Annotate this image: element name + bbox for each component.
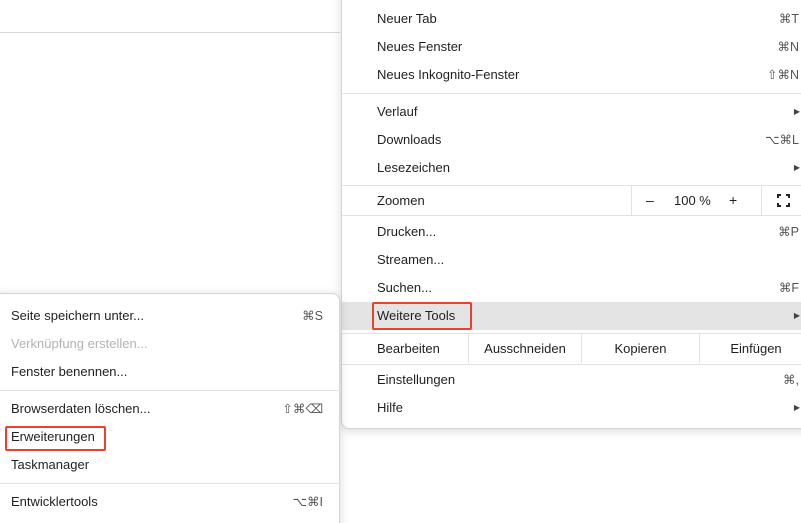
menu-item-cast[interactable]: Streamen... xyxy=(342,246,801,274)
menu-item-help[interactable]: Hilfe ▶ xyxy=(342,394,801,422)
submenu-arrow-icon: ▶ xyxy=(793,403,800,412)
menu-item-label: Neues Inkognito-Fenster xyxy=(377,67,520,82)
menu-separator xyxy=(0,390,341,391)
menu-item-new-incognito-window[interactable]: Neues Inkognito-Fenster ⇧⌘N xyxy=(342,61,801,89)
menu-item-print[interactable]: Drucken... ⌘P xyxy=(342,218,801,246)
menu-item-label: Erweiterungen xyxy=(11,429,95,444)
shortcut-text: ⌥⌘L xyxy=(765,133,799,147)
shortcut-text: ⌘S xyxy=(302,309,323,323)
menu-item-label: Neuer Tab xyxy=(377,11,437,26)
menu-item-name-window[interactable]: Fenster benennen... xyxy=(0,358,341,386)
zoom-out-button[interactable]: – xyxy=(646,186,654,215)
menu-separator xyxy=(0,483,341,484)
menu-separator xyxy=(342,93,801,94)
menu-item-label: Downloads xyxy=(377,132,442,147)
menu-item-label: Verlauf xyxy=(377,104,418,119)
menu-item-create-shortcut: Verknüpfung erstellen... xyxy=(0,330,341,358)
submenu-arrow-icon: ▶ xyxy=(793,163,800,172)
menu-item-label: Fenster benennen... xyxy=(11,364,128,379)
fullscreen-icon[interactable] xyxy=(777,194,790,207)
zoom-controls: – 100 % + xyxy=(631,186,762,215)
more-tools-submenu: Seite speichern unter... ⌘S Verknüpfung … xyxy=(0,293,341,523)
shortcut-text: ⌘T xyxy=(778,12,799,26)
menu-item-label: Entwicklertools xyxy=(11,494,98,509)
shortcut-text: ⌘N xyxy=(777,40,799,54)
shortcut-text: ⇧⌘⌫ xyxy=(282,402,323,416)
menu-item-bookmarks[interactable]: Lesezeichen ▶ xyxy=(342,154,801,182)
menu-item-history[interactable]: Verlauf ▶ xyxy=(342,98,801,126)
menu-item-label: Verknüpfung erstellen... xyxy=(11,336,148,351)
shortcut-text: ⌘F xyxy=(778,281,799,295)
cut-button[interactable]: Ausschneiden xyxy=(468,334,581,363)
menu-item-find[interactable]: Suchen... ⌘F xyxy=(342,274,801,302)
edit-label: Bearbeiten xyxy=(377,341,440,356)
submenu-arrow-icon: ▶ xyxy=(793,107,800,116)
menu-item-downloads[interactable]: Downloads ⌥⌘L xyxy=(342,126,801,154)
menu-item-extensions[interactable]: Erweiterungen xyxy=(0,423,341,451)
menu-separator xyxy=(342,215,801,216)
menu-item-label: Taskmanager xyxy=(11,457,90,472)
menu-item-label: Weitere Tools xyxy=(377,308,456,323)
menu-item-new-window[interactable]: Neues Fenster ⌘N xyxy=(342,33,801,61)
menu-item-clear-browsing-data[interactable]: Browserdaten löschen... ⇧⌘⌫ xyxy=(0,395,341,423)
shortcut-text: ⇧⌘N xyxy=(766,68,799,82)
menu-item-developer-tools[interactable]: Entwicklertools ⌥⌘I xyxy=(0,488,341,516)
zoom-row: Zoomen – 100 % + xyxy=(342,186,801,215)
menu-item-settings[interactable]: Einstellungen ⌘, xyxy=(342,366,801,394)
zoom-level: 100 % xyxy=(674,193,711,208)
menu-item-label: Streamen... xyxy=(377,252,445,267)
menu-item-label: Seite speichern unter... xyxy=(11,308,144,323)
copy-button[interactable]: Kopieren xyxy=(581,334,699,363)
menu-item-label: Einstellungen xyxy=(377,372,456,387)
menu-item-label: Browserdaten löschen... xyxy=(11,401,151,416)
menu-item-label: Drucken... xyxy=(377,224,437,239)
paste-button[interactable]: Einfügen xyxy=(699,334,801,363)
menu-item-label: Suchen... xyxy=(377,280,432,295)
browser-main-menu: Neuer Tab ⌘T Neues Fenster ⌘N Neues Inko… xyxy=(341,0,801,429)
menu-item-task-manager[interactable]: Taskmanager xyxy=(0,451,341,479)
menu-item-label: Lesezeichen xyxy=(377,160,450,175)
menu-item-label: Hilfe xyxy=(377,400,404,415)
zoom-in-button[interactable]: + xyxy=(729,186,737,215)
menu-item-new-tab[interactable]: Neuer Tab ⌘T xyxy=(342,5,801,33)
zoom-label: Zoomen xyxy=(377,193,425,208)
submenu-arrow-icon: ▶ xyxy=(793,311,800,320)
menu-item-more-tools[interactable]: Weitere Tools ▶ xyxy=(342,302,801,330)
shortcut-text: ⌥⌘I xyxy=(292,495,323,509)
menu-separator xyxy=(342,364,801,365)
toolbar-divider xyxy=(0,32,340,33)
edit-row: Bearbeiten Ausschneiden Kopieren Einfüge… xyxy=(342,334,801,363)
shortcut-text: ⌘, xyxy=(783,373,799,387)
menu-item-save-page[interactable]: Seite speichern unter... ⌘S xyxy=(0,302,341,330)
menu-item-label: Neues Fenster xyxy=(377,39,463,54)
shortcut-text: ⌘P xyxy=(778,225,799,239)
